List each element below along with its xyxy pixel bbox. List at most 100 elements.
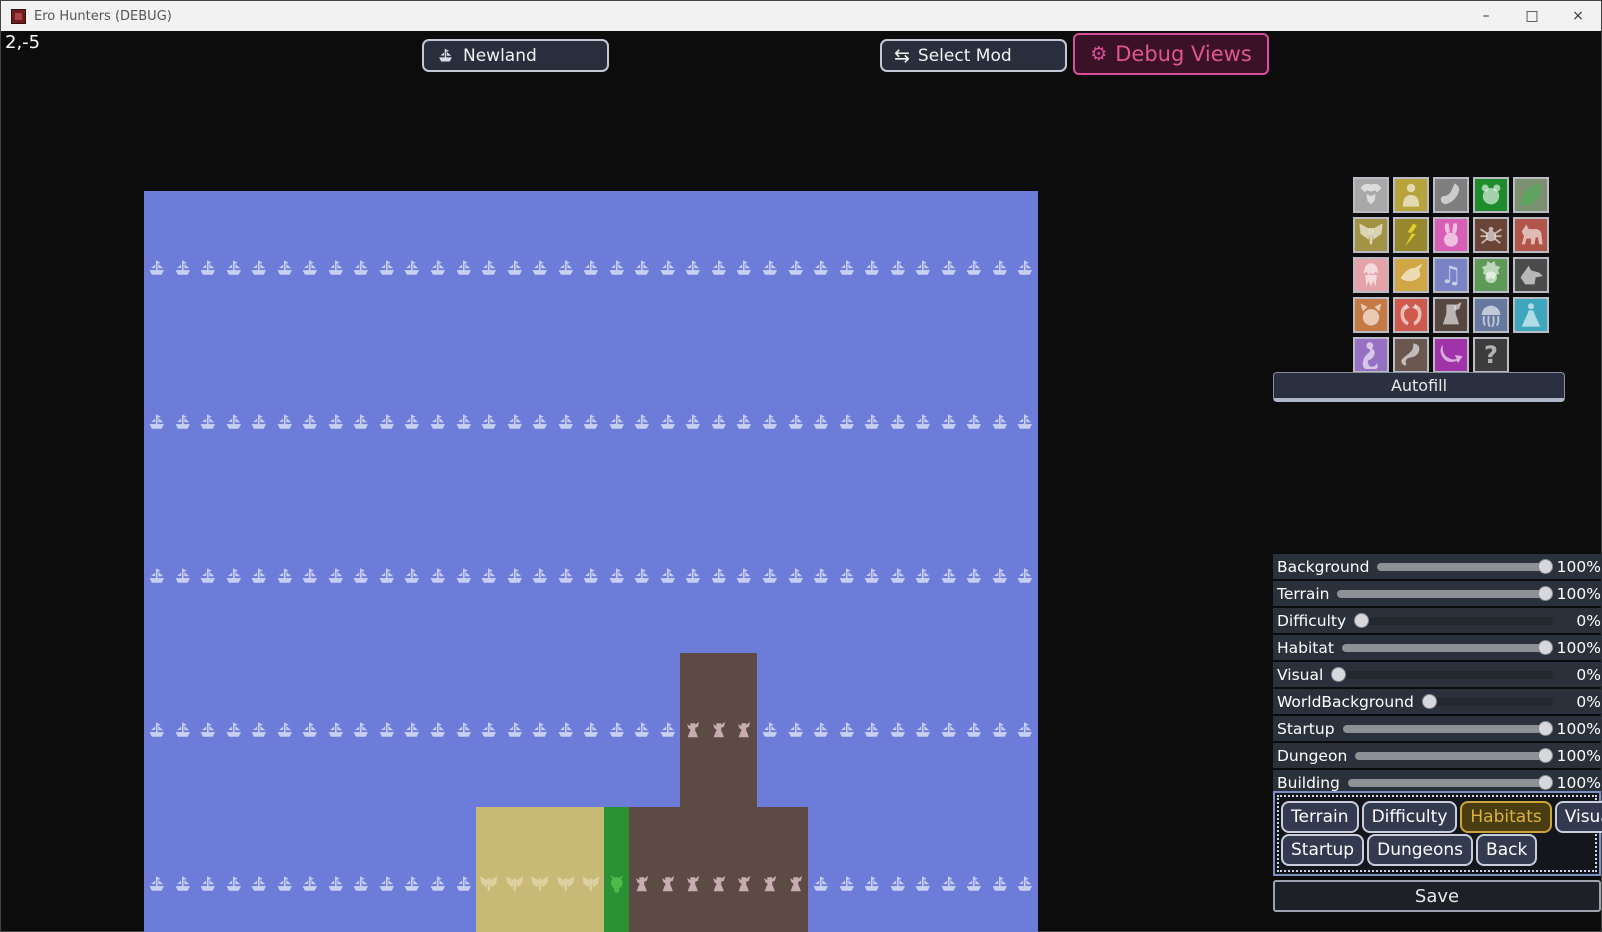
map-tile-water[interactable] (476, 653, 502, 807)
map-tile-water[interactable] (348, 499, 374, 653)
map-tile-forest[interactable] (731, 807, 758, 932)
map-tile-water[interactable] (501, 653, 528, 807)
map-tile-water[interactable] (424, 499, 451, 653)
map-tile-water[interactable] (322, 345, 349, 499)
map-tile-water[interactable] (757, 653, 783, 807)
map-tile-water[interactable] (782, 499, 809, 653)
map-tile-water[interactable] (578, 499, 604, 653)
palette-icon-imp-tail[interactable] (1433, 337, 1469, 373)
map-tile-water[interactable] (782, 191, 809, 345)
map-tile-water[interactable] (629, 191, 655, 345)
slider-track[interactable] (1377, 559, 1553, 574)
map-tile-water[interactable] (169, 345, 196, 499)
map-tile-water[interactable] (527, 499, 553, 653)
map-tile-water[interactable] (552, 499, 579, 653)
slider-knob[interactable] (1538, 775, 1553, 790)
map-tile-water[interactable] (399, 653, 425, 807)
slider-knob[interactable] (1538, 640, 1553, 655)
map-tile-water[interactable] (195, 499, 221, 653)
map-tile-water[interactable] (910, 499, 936, 653)
map-tile-water[interactable] (297, 653, 323, 807)
map-tile-sand[interactable] (476, 807, 502, 932)
save-button[interactable]: Save (1273, 880, 1601, 912)
map-tile-water[interactable] (476, 499, 502, 653)
map-tile-water[interactable] (578, 191, 604, 345)
map-tile-water[interactable] (527, 653, 553, 807)
map-tile-water[interactable] (833, 653, 860, 807)
map-tile-water[interactable] (424, 191, 451, 345)
palette-icon-unknown[interactable]: ? (1473, 337, 1509, 373)
map-tile-water[interactable] (169, 191, 196, 345)
map-tile-water[interactable] (271, 191, 298, 345)
slider-knob[interactable] (1538, 748, 1553, 763)
map-tile-water[interactable] (680, 345, 706, 499)
map-tile-water[interactable] (144, 807, 170, 932)
map-tile-water[interactable] (578, 345, 604, 499)
map-tile-water[interactable] (220, 345, 247, 499)
map-tile-water[interactable] (884, 807, 911, 932)
palette-icon-leaf[interactable] (1513, 177, 1549, 213)
map-tile-water[interactable] (578, 653, 604, 807)
map-tile-water[interactable] (450, 499, 477, 653)
map-tile-water[interactable] (859, 807, 885, 932)
slider-knob[interactable] (1538, 559, 1553, 574)
map-tile-water[interactable] (348, 653, 374, 807)
map-tile-water[interactable] (731, 499, 758, 653)
map-tile-water[interactable] (1012, 807, 1038, 932)
map-tile-water[interactable] (220, 499, 247, 653)
map-tile-water[interactable] (373, 499, 400, 653)
mode-button-terrain[interactable]: Terrain (1281, 800, 1359, 833)
map-tile-water[interactable] (399, 191, 425, 345)
map-tile-water[interactable] (654, 345, 681, 499)
map-tile-water[interactable] (654, 499, 681, 653)
map-tile-water[interactable] (220, 807, 247, 932)
map-tile-water[interactable] (297, 191, 323, 345)
map-tile-water[interactable] (705, 499, 732, 653)
map-tile-water[interactable] (271, 653, 298, 807)
map-tile-water[interactable] (603, 499, 630, 653)
palette-icon-princess[interactable] (1513, 297, 1549, 333)
map-tile-water[interactable] (271, 499, 298, 653)
map-tile-water[interactable] (195, 807, 221, 932)
map-tile-water[interactable] (373, 191, 400, 345)
map-tile-sand[interactable] (501, 807, 528, 932)
map-tile-water[interactable] (808, 807, 834, 932)
map-tile-water[interactable] (629, 345, 655, 499)
map-tile-forest[interactable] (782, 807, 809, 932)
map-tile-water[interactable] (348, 191, 374, 345)
map-tile-water[interactable] (654, 653, 681, 807)
map-tile-water[interactable] (322, 807, 349, 932)
slider-track[interactable] (1331, 667, 1553, 682)
palette-icon-harpy[interactable] (1393, 257, 1429, 293)
map-tile-water[interactable] (654, 191, 681, 345)
palette-icon-wolf[interactable] (1513, 257, 1549, 293)
slider-track[interactable] (1341, 640, 1553, 655)
map-tile-water[interactable] (297, 345, 323, 499)
map-tile-water[interactable] (476, 191, 502, 345)
mode-button-dungeons[interactable]: Dungeons (1367, 834, 1474, 867)
map-tile-water[interactable] (399, 807, 425, 932)
map-tile-water[interactable] (450, 807, 477, 932)
map-tile-water[interactable] (322, 499, 349, 653)
map-tile-water[interactable] (961, 807, 987, 932)
map-tile-water[interactable] (782, 345, 809, 499)
map-tile-grass[interactable] (603, 807, 630, 932)
map-tile-water[interactable] (246, 191, 272, 345)
map-tile-water[interactable] (808, 345, 834, 499)
slider-track[interactable] (1421, 694, 1553, 709)
map-tile-forest[interactable] (705, 807, 732, 932)
map-tile-water[interactable] (935, 499, 962, 653)
map-tile-water[interactable] (373, 345, 400, 499)
map-tile-water[interactable] (144, 191, 170, 345)
map-tile-water[interactable] (450, 653, 477, 807)
map-tile-water[interactable] (220, 191, 247, 345)
map-tile-water[interactable] (348, 807, 374, 932)
map-tile-water[interactable] (782, 653, 809, 807)
map-tile-water[interactable] (144, 345, 170, 499)
map-tile-water[interactable] (757, 499, 783, 653)
map-tile-water[interactable] (731, 345, 758, 499)
map-tile-water[interactable] (757, 345, 783, 499)
map-tile-water[interactable] (961, 499, 987, 653)
palette-icon-cat[interactable] (1353, 297, 1389, 333)
palette-icon-bear[interactable] (1473, 177, 1509, 213)
